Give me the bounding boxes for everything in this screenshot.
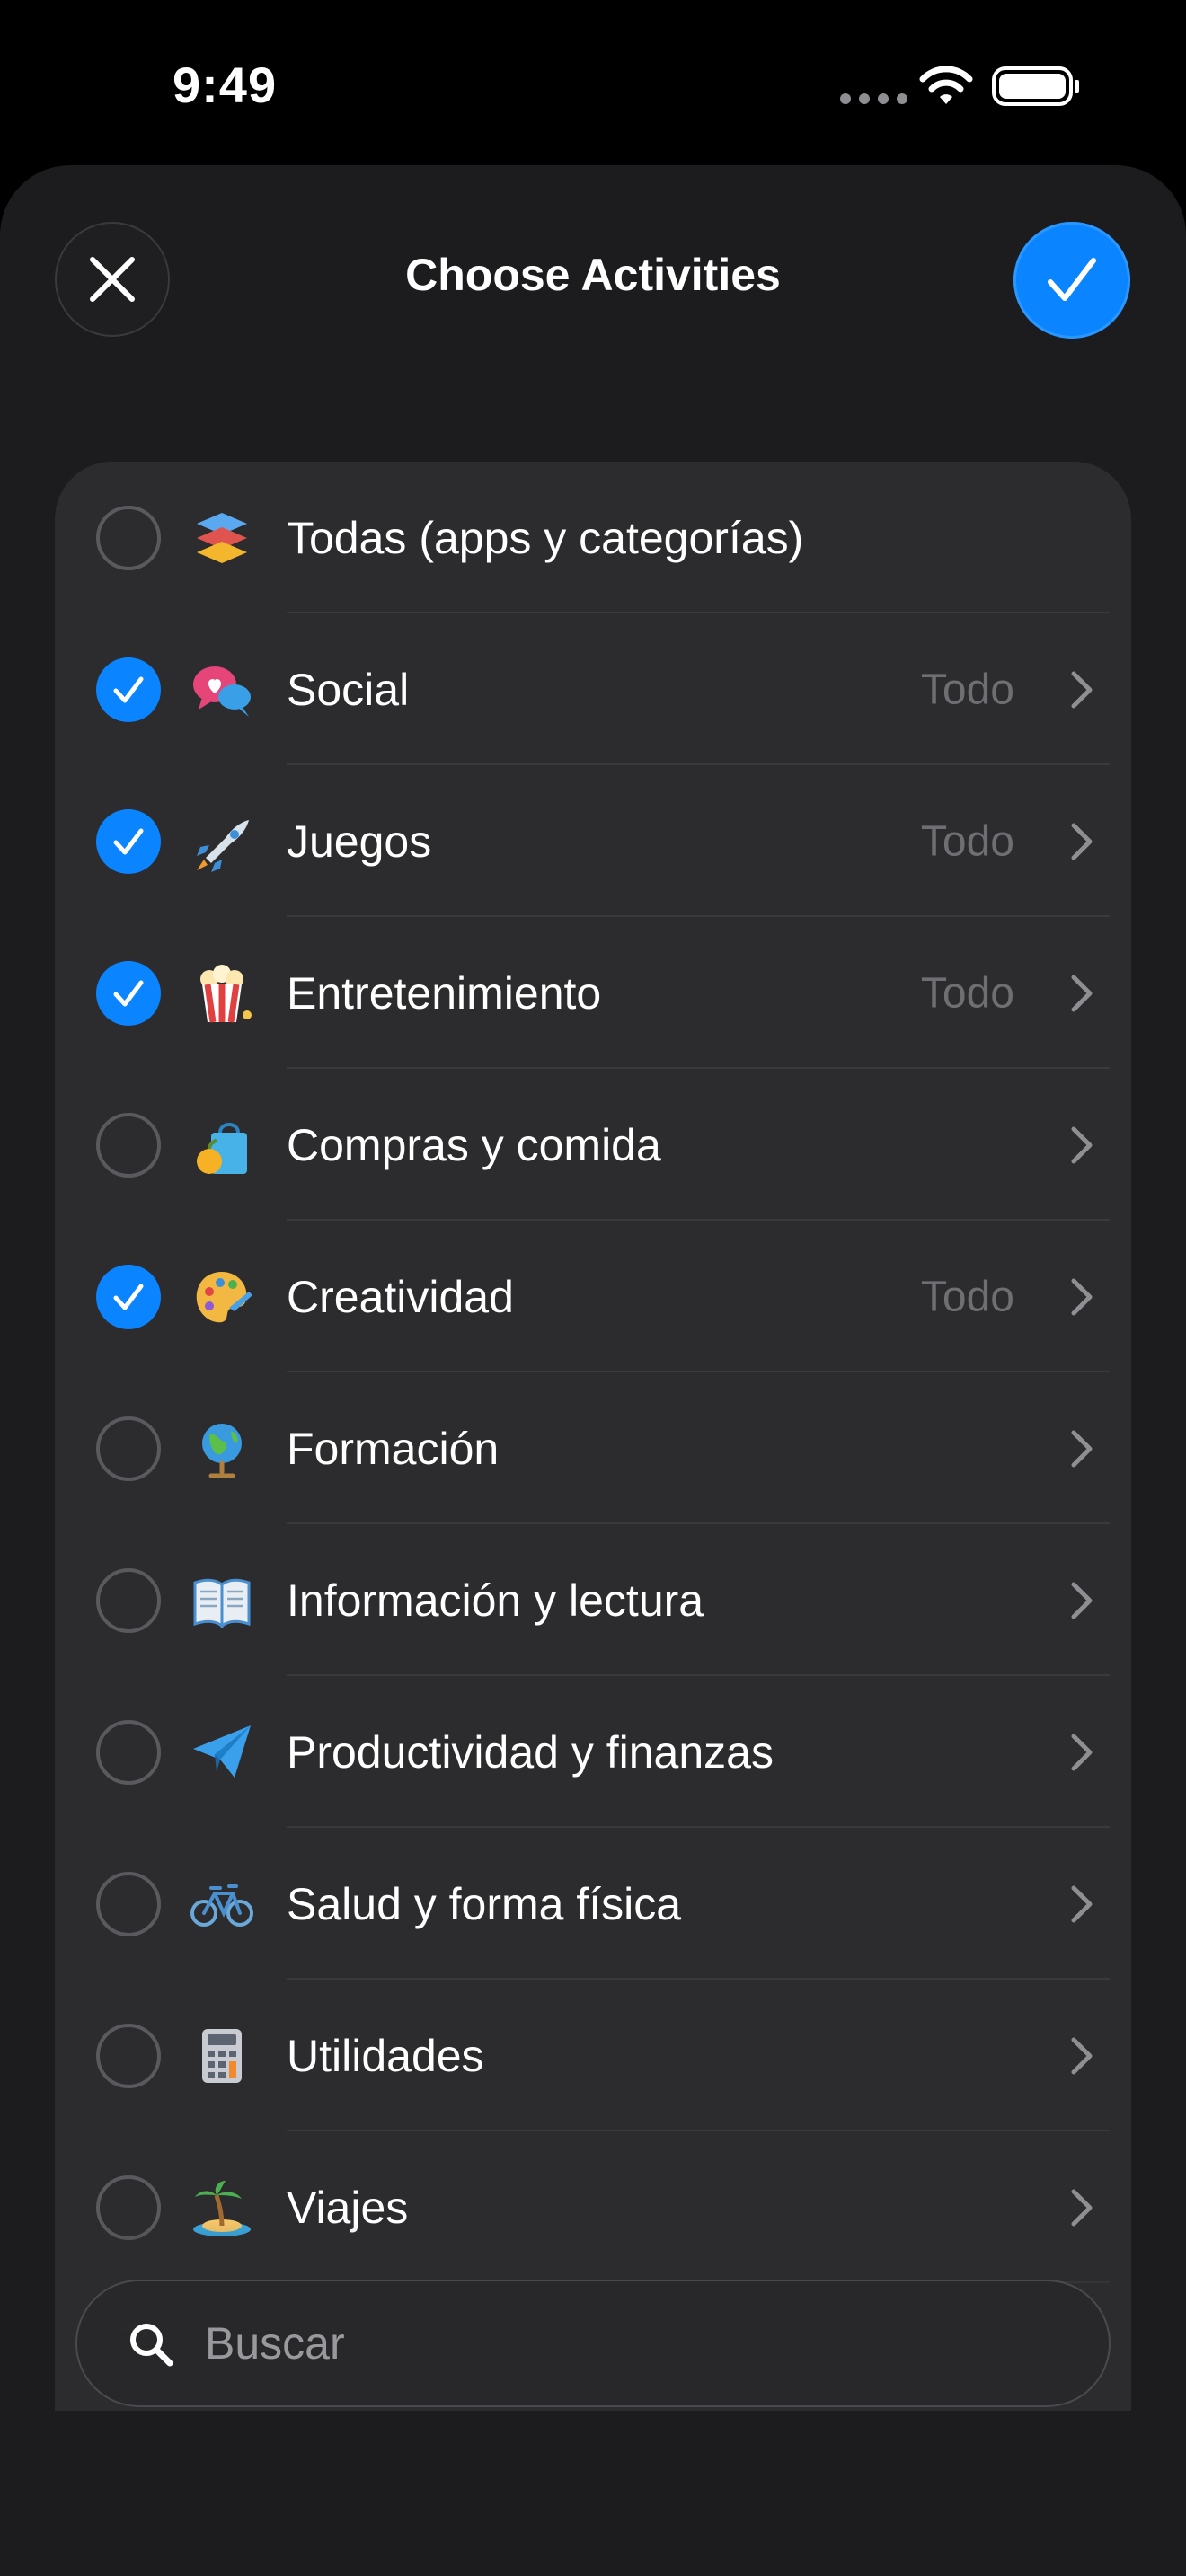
- palette-icon: [196, 1271, 252, 1322]
- search-input[interactable]: Buscar: [75, 2280, 1111, 2407]
- category-label: Salud y forma física: [287, 1878, 682, 1929]
- selection-checkbox[interactable]: [96, 505, 161, 570]
- category-row[interactable]: Formación: [55, 1372, 1131, 1524]
- chevron-right-icon: [1071, 823, 1093, 860]
- chevron-right-icon: [1071, 1885, 1093, 1922]
- status-time: 9:49: [173, 57, 278, 113]
- chevron-right-icon: [1071, 1582, 1093, 1619]
- popcorn-icon: [200, 964, 252, 1022]
- selection-checkbox[interactable]: [96, 960, 161, 1026]
- book-icon: [193, 1578, 251, 1628]
- category-label: Compras y comida: [287, 1119, 661, 1170]
- home-indicator-area: [0, 2483, 1186, 2576]
- selection-checkbox[interactable]: [96, 1416, 161, 1481]
- category-label: Productividad y finanzas: [287, 1726, 774, 1778]
- calculator-icon: [202, 2028, 242, 2083]
- selection-checkbox[interactable]: [96, 1871, 161, 1936]
- category-row[interactable]: Salud y forma física: [55, 1828, 1131, 1980]
- checkmark-icon: [113, 828, 144, 854]
- checkmark-icon: [113, 980, 144, 1006]
- category-row[interactable]: Social Todo: [55, 613, 1131, 765]
- wifi-icon: [919, 66, 973, 104]
- battery-icon: [992, 66, 1079, 106]
- status-bar: 9:49: [0, 0, 1186, 171]
- selection-checkbox[interactable]: [96, 1264, 161, 1329]
- selection-checkbox[interactable]: [96, 808, 161, 874]
- confirm-button[interactable]: [1013, 222, 1130, 339]
- chevron-right-icon: [1071, 975, 1093, 1011]
- chevron-right-icon: [1071, 1278, 1093, 1315]
- category-row[interactable]: Productividad y finanzas: [55, 1676, 1131, 1828]
- category-label: Utilidades: [287, 2030, 484, 2081]
- globe-icon: [202, 1423, 242, 1478]
- category-label: Todas (apps y categorías): [287, 512, 804, 563]
- category-row[interactable]: Juegos Todo: [55, 765, 1131, 917]
- chevron-right-icon: [1071, 1430, 1093, 1467]
- category-row[interactable]: Entretenimiento Todo: [55, 917, 1131, 1069]
- selection-checkbox[interactable]: [96, 1567, 161, 1633]
- category-label: Social: [287, 664, 410, 715]
- selection-checkbox[interactable]: [96, 1112, 161, 1178]
- selection-checkbox[interactable]: [96, 657, 161, 722]
- speech-bubbles-icon: [193, 666, 251, 717]
- chevron-right-icon: [1071, 2037, 1093, 2074]
- category-label: Creatividad: [287, 1271, 514, 1322]
- bicycle-icon: [190, 1883, 253, 1927]
- chevron-right-icon: [1071, 1126, 1093, 1163]
- selection-value: Todo: [920, 1273, 1014, 1320]
- page-title: Choose Activities: [405, 250, 781, 300]
- category-row[interactable]: Compras y comida: [55, 1069, 1131, 1221]
- chevron-right-icon: [1071, 671, 1093, 708]
- close-icon: [90, 257, 135, 302]
- category-label: Información y lectura: [287, 1575, 704, 1626]
- selection-checkbox[interactable]: [96, 1719, 161, 1785]
- checkmark-icon: [1048, 258, 1096, 301]
- checkmark-icon: [113, 1284, 144, 1310]
- selection-value: Todo: [920, 817, 1014, 865]
- selection-value: Todo: [920, 666, 1014, 713]
- rocket-icon: [197, 819, 249, 872]
- category-row[interactable]: Utilidades: [55, 1980, 1131, 2131]
- category-list: Todas (apps y categorías) Social Todo Juego…: [55, 462, 1131, 2411]
- layers-icon: [197, 512, 247, 563]
- paper-plane-icon: [193, 1725, 251, 1778]
- search-placeholder: Buscar: [205, 2318, 345, 2369]
- category-row[interactable]: Todas (apps y categorías): [55, 462, 1131, 613]
- close-button[interactable]: [55, 222, 170, 337]
- checkmark-icon: [113, 676, 144, 702]
- cellular-signal-icon: [840, 93, 907, 104]
- selection-value: Todo: [920, 969, 1014, 1017]
- shopping-bag-icon: [197, 1122, 247, 1174]
- chevron-right-icon: [1071, 1734, 1093, 1770]
- category-row[interactable]: Información y lectura: [55, 1524, 1131, 1676]
- selection-checkbox[interactable]: [96, 2023, 161, 2088]
- category-row[interactable]: Creatividad Todo: [55, 1221, 1131, 1372]
- category-label: Entretenimiento: [287, 967, 602, 1019]
- category-label: Formación: [287, 1423, 500, 1474]
- search-icon: [130, 2324, 173, 2367]
- category-label: Juegos: [287, 816, 432, 867]
